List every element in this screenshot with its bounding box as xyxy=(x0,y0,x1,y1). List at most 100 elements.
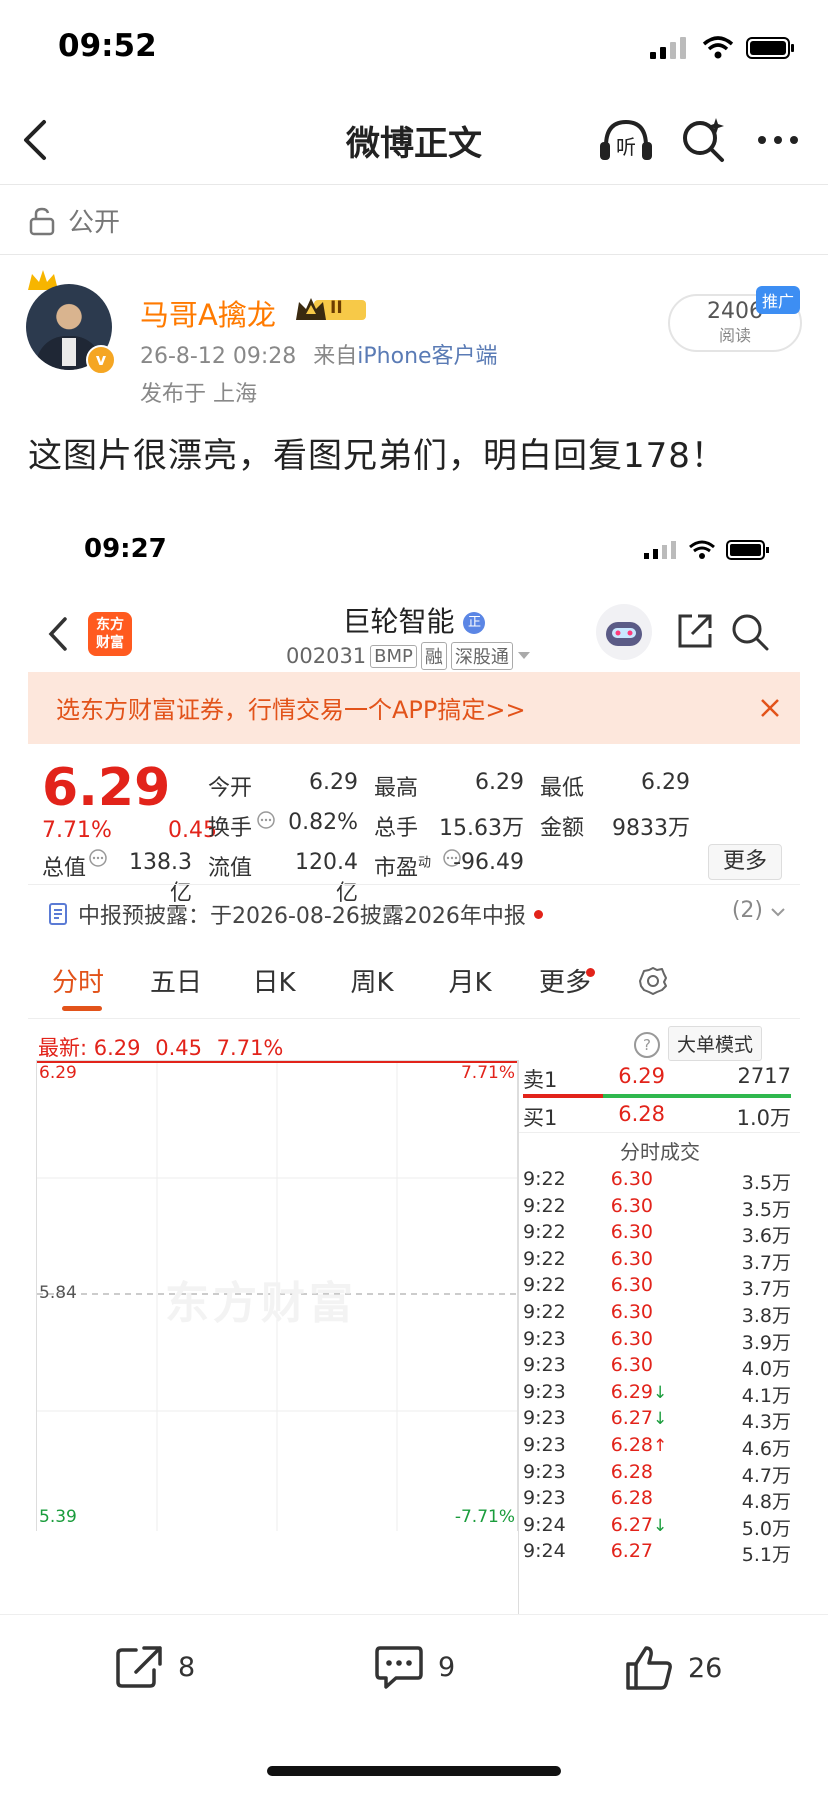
trade-row: 9:22 6.30 3.8万 xyxy=(519,1301,795,1327)
visibility-row: 公开 xyxy=(28,202,120,239)
trade-volume: 4.3万 xyxy=(741,1411,791,1434)
trade-volume: 3.9万 xyxy=(741,1331,791,1354)
trade-row: 9:23 6.29 ↓ 4.1万 xyxy=(519,1381,795,1407)
chart-pct-top: 7.71% xyxy=(460,1063,515,1083)
document-icon xyxy=(49,903,67,925)
home-indicator xyxy=(267,1766,561,1776)
trade-row: 9:23 6.30 4.0万 xyxy=(519,1354,795,1380)
settings-gear-icon xyxy=(639,967,667,995)
trade-price: 6.30 xyxy=(610,1327,653,1350)
screenshot-status-icons xyxy=(644,540,770,560)
trade-volume: 3.5万 xyxy=(741,1198,791,1221)
signal-icon xyxy=(644,541,676,559)
dropdown-icon xyxy=(517,652,530,659)
trade-price: 6.28 xyxy=(610,1460,653,1483)
wifi-icon xyxy=(689,540,715,559)
listen-icon[interactable]: 听 xyxy=(598,116,654,164)
trade-time: 9:22 xyxy=(523,1194,566,1217)
divider xyxy=(0,254,828,255)
quote-label: 换手 xyxy=(208,816,253,841)
unlock-icon xyxy=(29,207,55,235)
divider xyxy=(0,184,828,185)
disclosure-row: 中报预披露：于2026-08-26披露2026年中报 xyxy=(48,898,543,930)
trade-row: 9:23 6.28 ↑ 4.6万 xyxy=(519,1434,795,1460)
post-source[interactable]: iPhone客户端 xyxy=(357,344,497,369)
code-tag-connect: 深股通 xyxy=(450,642,513,670)
chart-price-top: 6.29 xyxy=(39,1063,77,1083)
trade-time: 9:23 xyxy=(523,1487,566,1510)
post-image[interactable]: 09:27 东方 财富 巨轮智能 正 002031 BMP 融 深股通 选东方财… xyxy=(28,520,800,1614)
post-location: 发布于 上海 xyxy=(140,382,257,407)
trade-price: 6.27 xyxy=(610,1540,653,1563)
chart-watermark: 东方财富 xyxy=(165,1278,357,1329)
ob-price: 6.29 xyxy=(618,1064,665,1088)
ob-volume: 1.0万 xyxy=(736,1106,791,1130)
ob-bar-sell xyxy=(523,1094,603,1098)
trade-arrow: ↑ xyxy=(653,1436,668,1456)
quote-value: 9833万 xyxy=(612,816,690,841)
tab-daily-k: 日K xyxy=(252,968,296,998)
total-value-label: 总值 xyxy=(42,856,87,881)
stock-name-badge: 正 xyxy=(463,612,486,634)
tab-intraday: 分时 xyxy=(51,968,104,998)
author-name[interactable]: 马哥A擒龙 xyxy=(140,292,276,334)
trade-time: 9:23 xyxy=(523,1460,566,1483)
svg-text:听: 听 xyxy=(616,135,636,159)
trade-time: 9:22 xyxy=(523,1168,566,1190)
trade-volume: 3.7万 xyxy=(741,1278,791,1301)
trade-time: 9:22 xyxy=(523,1247,566,1270)
trade-time: 9:23 xyxy=(523,1434,566,1456)
trade-price: 6.30 xyxy=(610,1354,653,1377)
trade-volume: 3.6万 xyxy=(741,1225,791,1248)
comment-button[interactable]: 9 xyxy=(374,1644,455,1690)
trade-row: 9:22 6.30 3.5万 xyxy=(519,1168,795,1194)
comment-icon xyxy=(375,1646,423,1689)
quote-more-button: 更多 xyxy=(708,844,782,880)
search-spark-icon[interactable] xyxy=(680,116,728,164)
signal-icon xyxy=(650,37,686,59)
trade-row: 9:24 6.27 5.1万 xyxy=(519,1540,795,1566)
like-button[interactable]: 26 xyxy=(624,1644,722,1692)
quote-value: 6.29 xyxy=(475,770,524,795)
trade-price: 6.30 xyxy=(610,1247,653,1270)
current-price: 6.29 xyxy=(42,758,171,818)
pe-value: -96.49 xyxy=(453,850,524,875)
ob-side: 买1 xyxy=(523,1106,558,1130)
order-book-row: 买1 6.28 1.0万 xyxy=(519,1100,795,1132)
trade-price: 6.30 xyxy=(610,1168,653,1190)
trade-price: 6.27 xyxy=(610,1407,653,1430)
trade-volume: 4.8万 xyxy=(741,1491,791,1514)
trade-row: 9:23 6.27 ↓ 4.3万 xyxy=(519,1407,795,1433)
divider xyxy=(28,884,800,885)
divider xyxy=(28,1018,800,1019)
chart-price-bottom: 5.39 xyxy=(39,1507,77,1527)
trade-price: 6.30 xyxy=(610,1194,653,1217)
trade-row: 9:22 6.30 3.7万 xyxy=(519,1248,795,1274)
trade-volume: 4.7万 xyxy=(741,1464,791,1487)
source-prefix: 来自 xyxy=(313,344,358,369)
latest-change: 0.45 xyxy=(155,1036,202,1060)
chevron-down-icon xyxy=(771,908,785,917)
big-order-mode-button: 大单模式 xyxy=(668,1026,763,1061)
tab-monthly-k: 月K xyxy=(448,968,492,998)
help-icon: ? xyxy=(634,1032,660,1058)
latest-pct: 7.71% xyxy=(216,1036,284,1060)
latest-label: 最新: xyxy=(38,1036,88,1060)
trade-row: 9:23 6.28 4.8万 xyxy=(519,1487,795,1513)
trade-price: 6.30 xyxy=(610,1274,653,1297)
comment-count: 9 xyxy=(438,1651,456,1683)
info-dots-icon xyxy=(257,811,275,829)
notice-dot xyxy=(533,909,543,919)
tab-underline xyxy=(62,1006,102,1011)
ob-price: 6.28 xyxy=(618,1102,665,1126)
visibility-label: 公开 xyxy=(68,208,121,238)
trade-row: 9:23 6.30 3.9万 xyxy=(519,1328,795,1354)
more-icon[interactable] xyxy=(756,134,800,146)
repost-button[interactable]: 8 xyxy=(114,1644,195,1690)
stock-name: 巨轮智能 xyxy=(342,605,455,638)
trade-arrow: ↓ xyxy=(653,1409,668,1430)
trade-price: 6.29 xyxy=(610,1380,653,1403)
quote-value: 0.82% xyxy=(288,810,358,835)
trade-time: 9:22 xyxy=(523,1301,566,1323)
trade-time: 9:23 xyxy=(523,1354,566,1377)
